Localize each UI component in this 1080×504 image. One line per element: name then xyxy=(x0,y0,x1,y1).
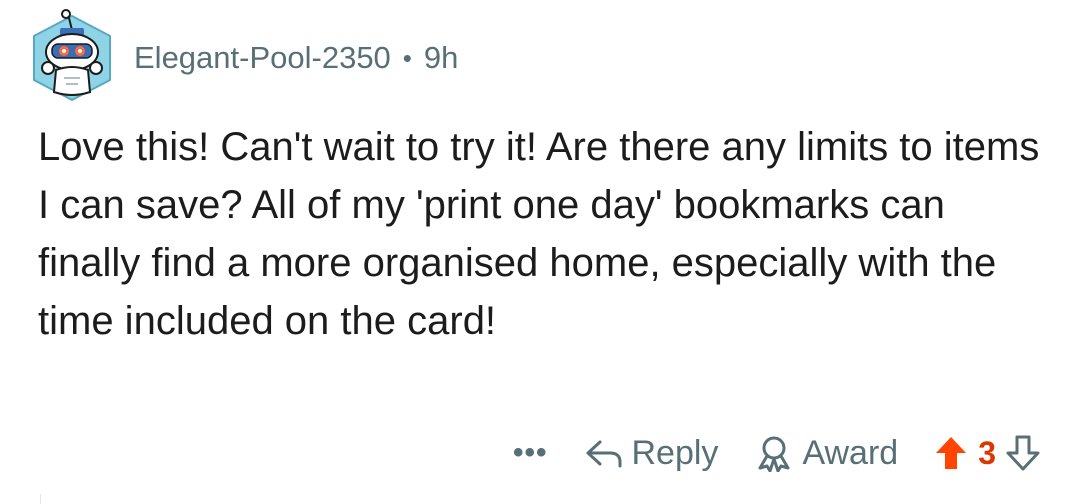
comment-age: 9h xyxy=(423,40,459,75)
snoo-avatar-icon xyxy=(33,9,111,102)
downvote-arrow-icon[interactable] xyxy=(1006,435,1040,471)
reply-label: Reply xyxy=(631,433,719,472)
vote-controls: 3 xyxy=(934,435,1040,472)
meta-separator: • xyxy=(402,42,412,73)
comment-actions: ••• Reply Award 3 xyxy=(513,424,1040,482)
award-button[interactable]: Award xyxy=(754,434,898,473)
upvote-arrow-icon[interactable] xyxy=(934,435,968,471)
award-ribbon-icon xyxy=(758,436,790,472)
comment-header: Elegant-Pool-2350 • 9h xyxy=(24,8,458,104)
reply-arrow-icon xyxy=(586,440,621,468)
thread-line xyxy=(40,494,41,504)
author-username[interactable]: Elegant-Pool-2350 xyxy=(134,40,391,76)
avatar[interactable] xyxy=(24,8,120,104)
vote-score: 3 xyxy=(978,434,996,471)
more-options-button[interactable]: ••• xyxy=(513,436,548,470)
comment-body: Love this! Can't wait to try it! Are the… xyxy=(38,125,1040,343)
comment-meta: Elegant-Pool-2350 • 9h xyxy=(134,40,458,76)
comment: Elegant-Pool-2350 • 9h Love this! Can't … xyxy=(0,0,1080,504)
reply-button[interactable]: Reply xyxy=(584,433,719,473)
award-label: Award xyxy=(802,433,899,472)
